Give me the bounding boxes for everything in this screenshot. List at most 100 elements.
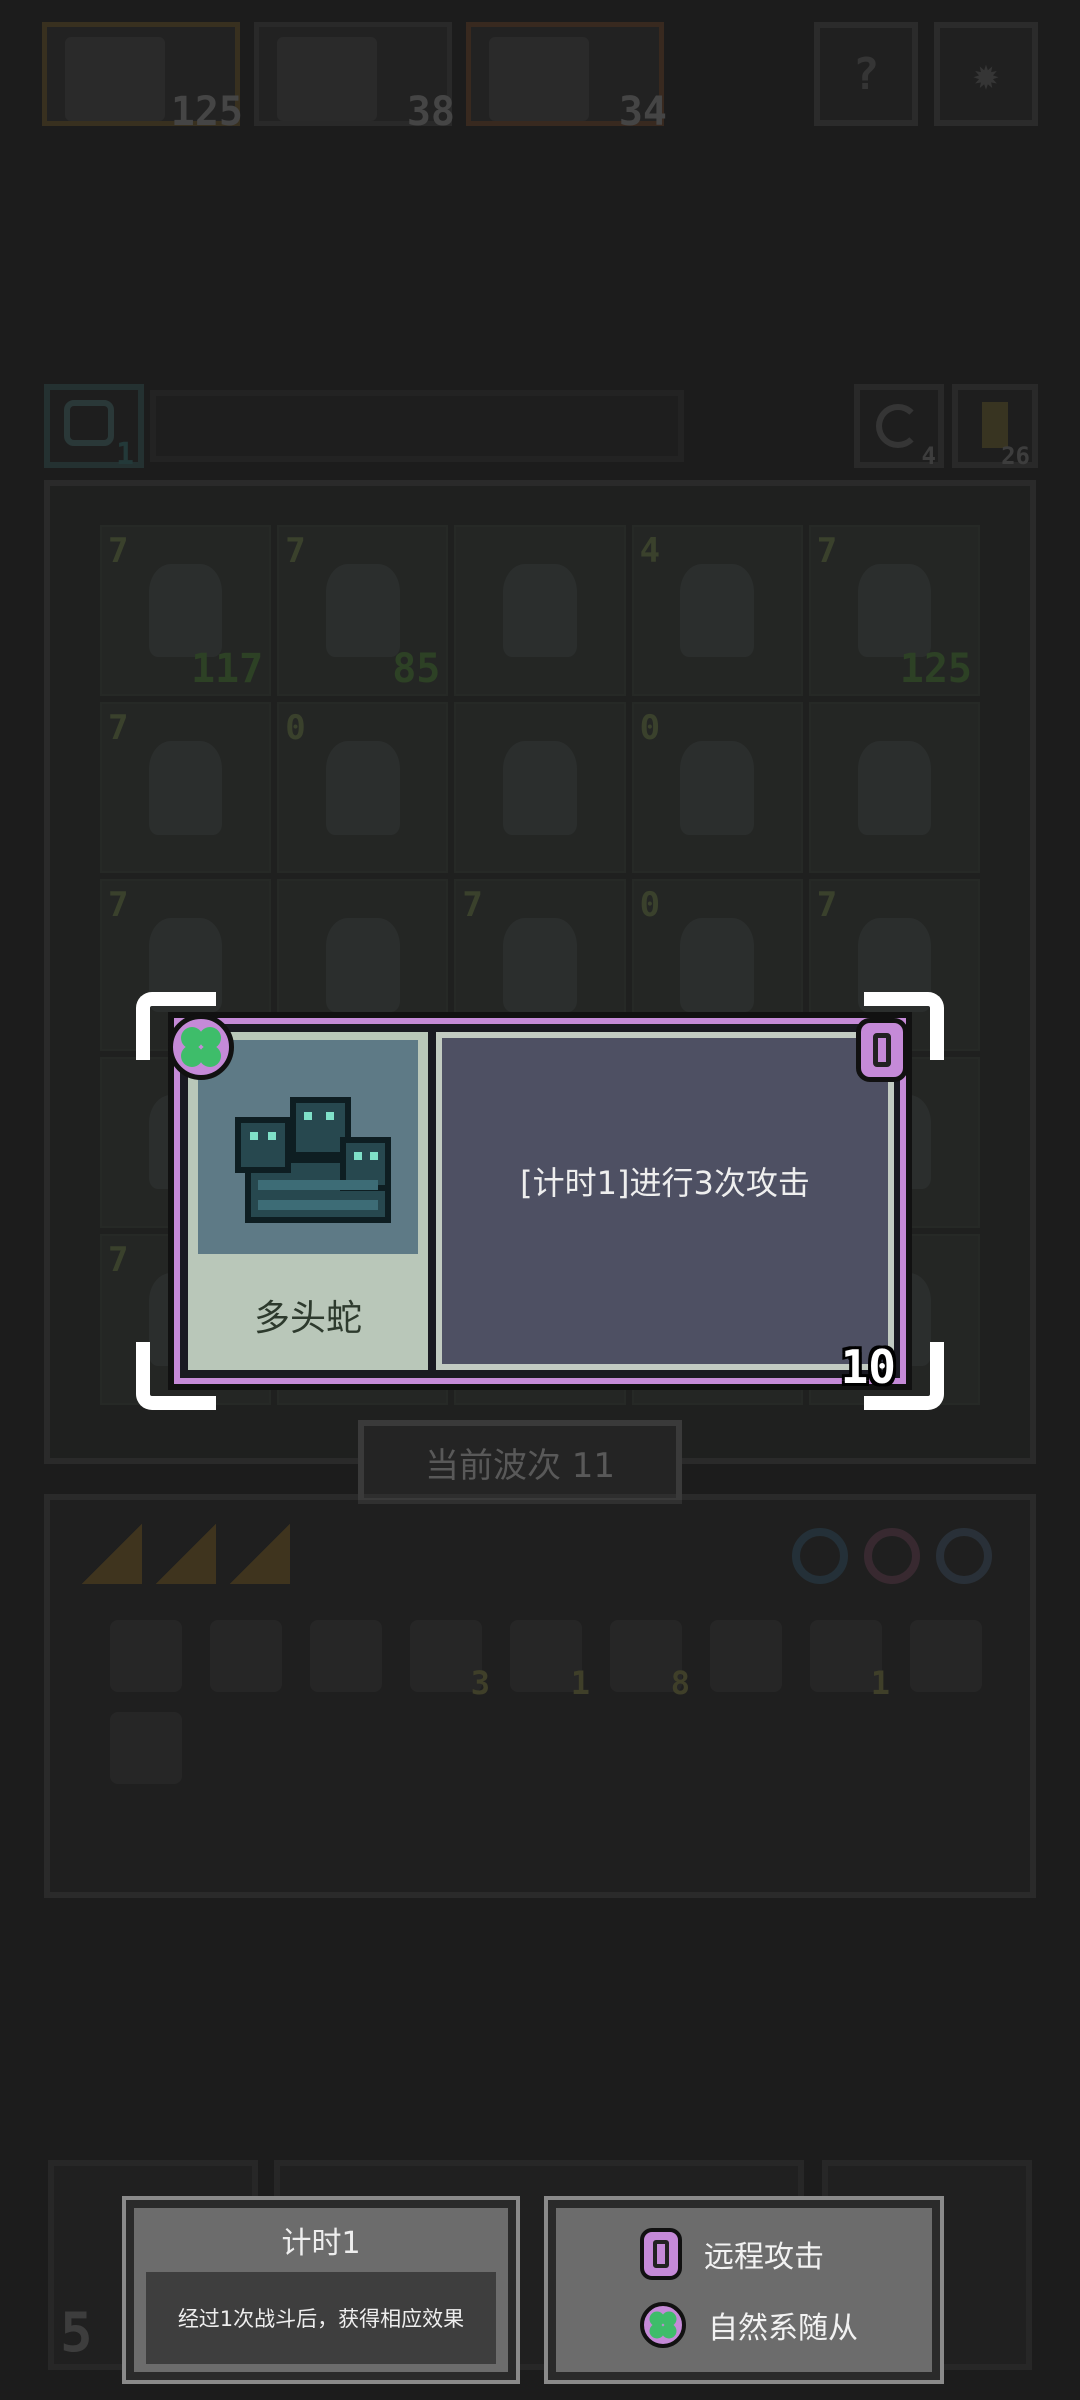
unit-hp: 125 <box>899 646 972 693</box>
board-cell[interactable] <box>808 702 980 874</box>
inventory-item[interactable]: 8 <box>610 1620 690 1702</box>
card-name: 多头蛇 <box>253 1298 362 1339</box>
inventory-item[interactable] <box>710 1620 782 1692</box>
shard-icon <box>82 1524 142 1584</box>
board-cell[interactable]: 7 85 <box>277 525 449 697</box>
tags-tooltip: 远程攻击 自然系随从 <box>544 2196 944 2384</box>
key-button[interactable]: 26 <box>952 384 1038 470</box>
item-grid: 3 1 8 1 <box>110 1620 990 1784</box>
unit-tier: 7 <box>108 885 129 926</box>
clover-icon <box>640 2302 686 2348</box>
unit-sprite <box>148 563 223 658</box>
bow-badge-icon <box>640 2228 682 2280</box>
inventory-item[interactable]: 1 <box>510 1620 590 1702</box>
wave-label: 当前波次 11 <box>358 1420 682 1504</box>
hero-count: 125 <box>170 89 243 135</box>
inventory-item[interactable] <box>310 1620 382 1692</box>
tag-ranged: 远程攻击 <box>640 2228 824 2280</box>
unit-tier: 7 <box>108 1239 129 1280</box>
hydra-sprite <box>235 1097 391 1223</box>
question-icon: ? <box>852 48 880 100</box>
hero-count: 38 <box>406 89 455 135</box>
orb-icon <box>792 1528 848 1584</box>
bow-badge-icon <box>856 1018 908 1082</box>
clover-icon <box>168 1014 234 1080</box>
unit-tier: 7 <box>462 885 483 926</box>
unit-card[interactable]: 多头蛇 [计时1]进行3次攻击 10 <box>136 992 944 1410</box>
gear-icon: ✹ <box>972 48 1000 100</box>
unit-tier: 4 <box>639 531 661 571</box>
unit-tier: 7 <box>108 531 129 571</box>
unit-sprite <box>857 740 932 835</box>
hero-portrait <box>65 37 165 121</box>
board-cell[interactable]: 4 <box>631 525 803 697</box>
tag-label: 远程攻击 <box>704 2240 824 2275</box>
unit-tier: 7 <box>816 531 838 571</box>
timer-tooltip-body: 经过1次战斗后，获得相应效果 <box>146 2272 496 2364</box>
reroll-button[interactable]: 4 <box>854 384 944 470</box>
unit-tier: 7 <box>108 708 129 749</box>
timer-tooltip: 计时1 经过1次战斗后，获得相应效果 <box>122 2196 520 2384</box>
hero-count: 34 <box>618 89 667 135</box>
card-description: [计时1]进行3次攻击 <box>520 1164 810 1202</box>
help-button[interactable]: ? <box>814 22 918 126</box>
shard-row <box>82 1524 290 1584</box>
shard-icon <box>230 1524 290 1584</box>
hero-slot-2[interactable]: 38 <box>254 22 455 135</box>
inventory-item[interactable] <box>210 1620 282 1692</box>
card-cost: 10 <box>840 1340 896 1394</box>
unit-hp: 85 <box>392 646 441 693</box>
item-count: 1 <box>570 1664 590 1702</box>
card-name-panel: 多头蛇 <box>188 1032 428 1370</box>
key-count: 26 <box>1001 442 1030 470</box>
unit-tier: 0 <box>285 708 306 749</box>
unit-sprite <box>680 740 754 835</box>
reroll-count: 4 <box>921 442 936 470</box>
shard-icon <box>156 1524 216 1584</box>
orb-icon <box>936 1528 992 1584</box>
game-screen: 125 38 34 ? ✹ 1 4 26 7 117 7 85 4 7 125 … <box>0 0 1080 2400</box>
hero-slot-1[interactable]: 125 <box>42 22 243 135</box>
board-cell[interactable]: 7 <box>100 702 272 874</box>
unit-sprite <box>326 563 400 658</box>
item-count: 3 <box>470 1664 490 1702</box>
hero-portrait <box>489 37 589 121</box>
board-cell[interactable]: 0 <box>277 702 449 874</box>
inventory-item[interactable] <box>110 1620 182 1692</box>
inventory-item[interactable] <box>910 1620 982 1692</box>
settings-button[interactable]: ✹ <box>934 22 1038 126</box>
inventory-item[interactable] <box>110 1712 182 1784</box>
board-cell[interactable]: 0 <box>631 702 803 874</box>
card-frame: 多头蛇 [计时1]进行3次攻击 <box>168 1012 912 1390</box>
unit-sprite <box>326 740 400 835</box>
inventory-item[interactable]: 1 <box>810 1620 890 1702</box>
unit-tier: 0 <box>639 708 661 749</box>
board-cell[interactable] <box>454 702 626 874</box>
item-count: 1 <box>870 1664 890 1702</box>
hero-portrait <box>277 37 377 121</box>
tag-label: 自然系随从 <box>708 2311 858 2346</box>
board-cell[interactable]: 7 125 <box>808 525 980 697</box>
reroll-icon <box>876 404 920 448</box>
timer-button[interactable]: 1 <box>44 384 144 472</box>
timer-tooltip-title: 计时1 <box>281 2226 361 2261</box>
clock-icon <box>64 400 114 446</box>
unit-sprite <box>857 563 932 658</box>
tag-nature: 自然系随从 <box>640 2302 858 2348</box>
orb-icon <box>864 1528 920 1584</box>
board-cell[interactable]: 7 117 <box>100 525 272 697</box>
card-portrait <box>198 1040 418 1254</box>
hero-slot-3[interactable]: 34 <box>466 22 667 135</box>
unit-hp: 117 <box>190 646 264 693</box>
unit-sprite <box>148 740 223 835</box>
board-cell[interactable] <box>454 525 626 697</box>
orb-row <box>792 1528 992 1584</box>
unit-tier: 0 <box>639 885 661 926</box>
inventory-item[interactable]: 3 <box>410 1620 490 1702</box>
item-count: 8 <box>670 1664 690 1702</box>
unit-sprite <box>680 563 754 658</box>
unit-tier: 7 <box>285 531 306 571</box>
unit-tier: 7 <box>816 885 838 926</box>
card-description-panel: [计时1]进行3次攻击 <box>436 1032 894 1324</box>
card-footer <box>436 1324 894 1370</box>
